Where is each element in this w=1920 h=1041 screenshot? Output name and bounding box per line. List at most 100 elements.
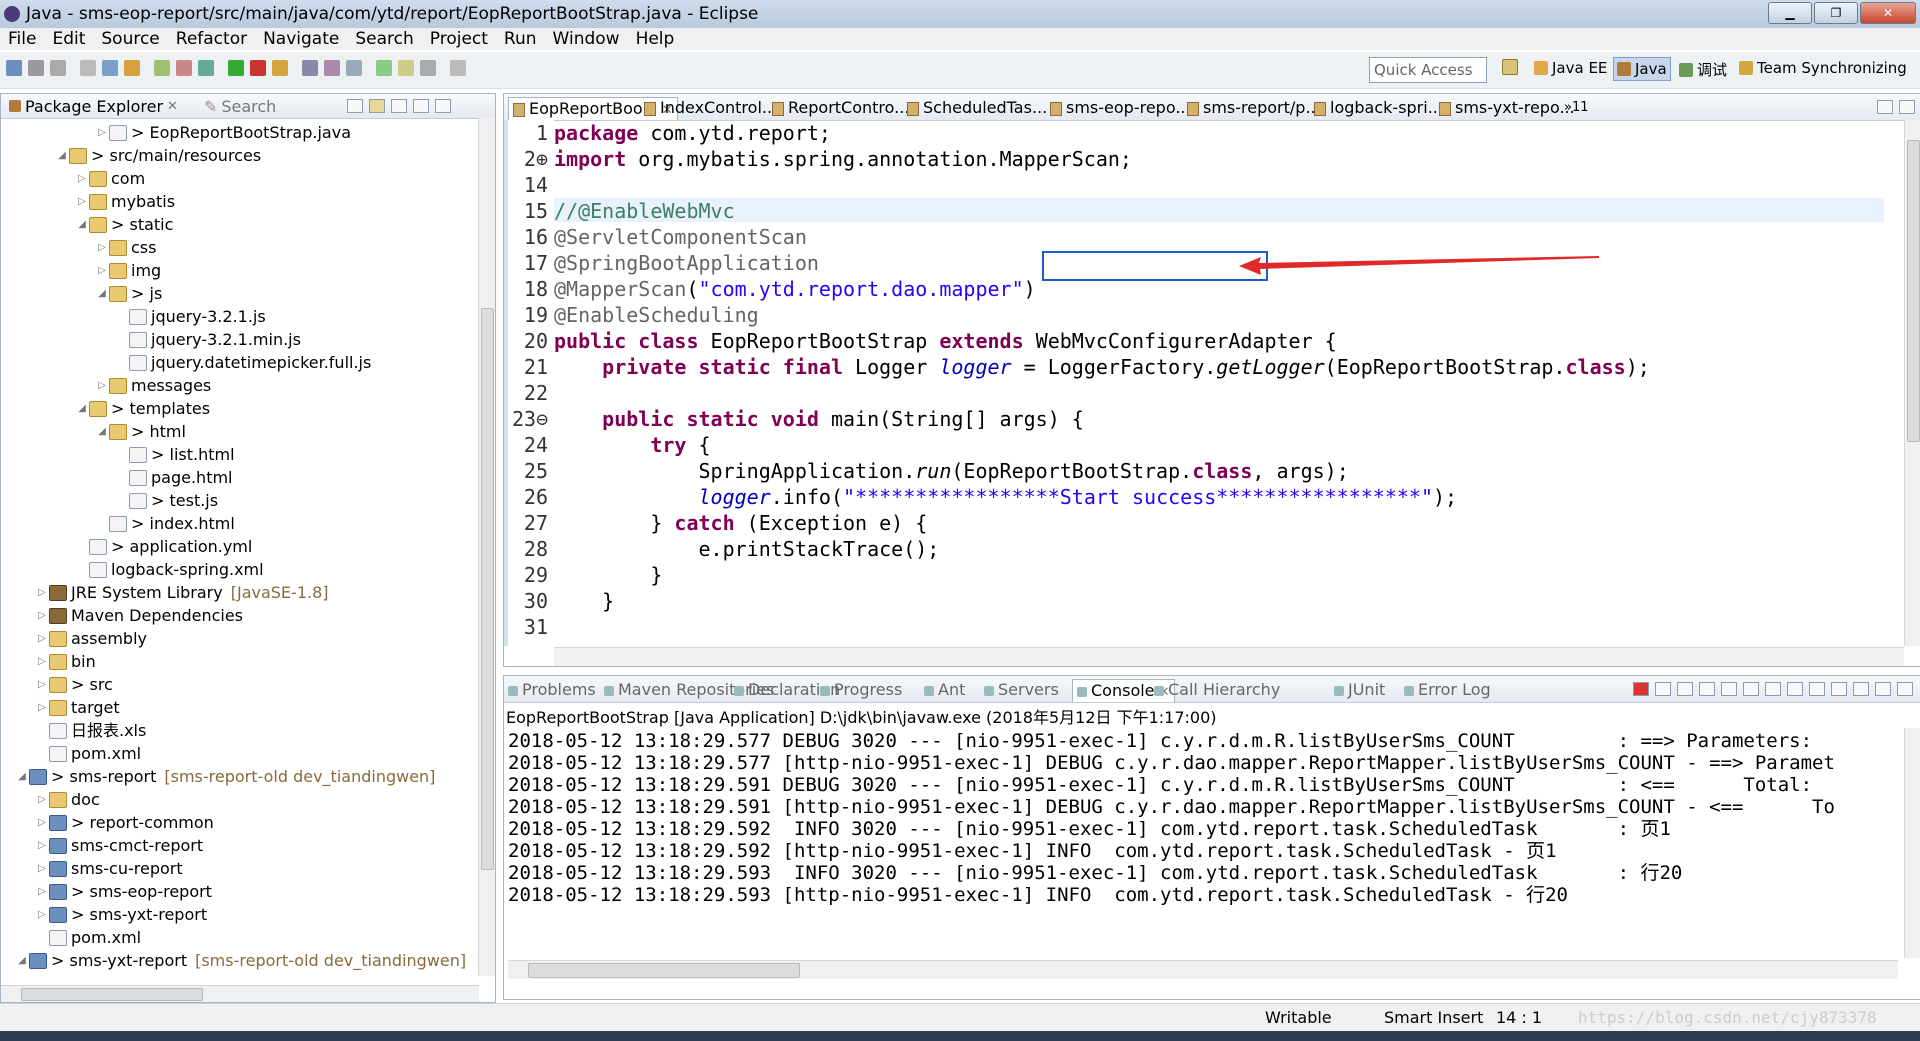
toolbar-button-icon[interactable] (250, 60, 266, 76)
tree-item[interactable]: ▷ assembly (35, 628, 147, 650)
expand-twisty-icon[interactable]: ▷ (35, 904, 49, 926)
toolbar-button-icon[interactable] (28, 60, 44, 76)
perspective-debug[interactable]: 调试 (1679, 59, 1727, 80)
tree-item[interactable]: ◢ > js (95, 283, 162, 305)
tab-overflow-button[interactable]: »11 (1564, 97, 1589, 119)
tree-item[interactable]: ▷ messages (95, 375, 211, 397)
quick-access-input[interactable]: Quick Access (1369, 57, 1487, 83)
expand-twisty-icon[interactable]: ▷ (35, 812, 49, 834)
menu-item-refactor[interactable]: Refactor (168, 29, 255, 49)
tree-item[interactable]: ◢ > sms-yxt-report [sms-report-old dev_tia… (15, 950, 466, 972)
tree-item[interactable]: ▷ sms-cmct-report (35, 835, 203, 857)
tree-item[interactable]: 日报表.xls (35, 720, 146, 742)
tree-item[interactable]: ▷ mybatis (75, 191, 175, 213)
collapse-twisty-icon[interactable]: ◢ (15, 766, 29, 788)
link-editor-icon[interactable] (369, 99, 385, 113)
scroll-thumb[interactable] (1907, 140, 1920, 442)
menu-item-search[interactable]: Search (347, 29, 421, 49)
scroll-thumb[interactable] (481, 308, 494, 870)
explorer-horizontal-scrollbar[interactable] (1, 985, 479, 1002)
toolbar-button-icon[interactable] (346, 60, 362, 76)
tree-item[interactable]: ▷ Maven Dependencies (35, 605, 243, 627)
maximize-view-icon[interactable] (1899, 100, 1915, 114)
tab-package-explorer[interactable]: Package Explorer ✕ (1, 97, 186, 116)
display-console-icon[interactable] (1831, 682, 1847, 696)
tree-item[interactable]: ▷ doc (35, 789, 100, 811)
editor-tab[interactable]: ScheduledTas... (907, 97, 1047, 119)
menu-item-window[interactable]: Window (545, 29, 628, 49)
toolbar-button-icon[interactable] (6, 60, 22, 76)
toolbar-button-icon[interactable] (80, 60, 96, 76)
scroll-thumb[interactable] (528, 963, 800, 978)
toolbar-button-icon[interactable] (228, 60, 244, 76)
remove-all-icon[interactable] (1677, 682, 1693, 696)
tab-ant[interactable]: Ant (924, 679, 965, 701)
expand-twisty-icon[interactable]: ▷ (35, 674, 49, 696)
editor-tab[interactable]: sms-yxt-repo... (1439, 97, 1575, 119)
tree-item[interactable]: ▷ > sms-yxt-report (35, 904, 207, 926)
toolbar-button-icon[interactable] (450, 60, 466, 76)
show-output-icon[interactable] (1765, 682, 1781, 696)
toolbar-button-icon[interactable] (176, 60, 192, 76)
toolbar-button-icon[interactable] (420, 60, 436, 76)
tab-search[interactable]: ✎ Search (196, 97, 284, 116)
open-console-icon[interactable] (1853, 682, 1869, 696)
editor-vertical-scrollbar[interactable] (1904, 120, 1920, 646)
explorer-vertical-scrollbar[interactable] (478, 118, 495, 976)
tab-error-log[interactable]: Error Log (1404, 679, 1491, 701)
editor-tab[interactable]: logback-spri... (1314, 97, 1443, 119)
tab-junit[interactable]: JUnit (1334, 679, 1385, 701)
tree-item[interactable]: ◢ > static (75, 214, 173, 236)
tree-item[interactable]: ▷ css (95, 237, 156, 259)
editor-tab[interactable]: IndexControl... (644, 97, 777, 119)
console-output[interactable]: 2018-05-12 13:18:29.577 DEBUG 3020 --- [… (508, 728, 1898, 938)
tree-item[interactable]: logback-spring.xml (75, 559, 264, 581)
toolbar-button-icon[interactable] (198, 60, 214, 76)
maximize-view-icon[interactable] (1897, 682, 1913, 696)
expand-twisty-icon[interactable]: ▷ (75, 191, 89, 213)
tree-item[interactable]: ▷ bin (35, 651, 96, 673)
tree-item[interactable]: ▷ target (35, 697, 120, 719)
collapse-all-icon[interactable] (347, 99, 363, 113)
tree-item[interactable]: pom.xml (35, 743, 141, 765)
expand-twisty-icon[interactable]: ▷ (35, 605, 49, 627)
minimize-view-icon[interactable] (413, 99, 429, 113)
maximize-button[interactable]: ❐ (1814, 2, 1858, 24)
tab-call-hierarchy[interactable]: Call Hierarchy (1154, 679, 1280, 701)
toolbar-button-icon[interactable] (102, 60, 118, 76)
word-wrap-icon[interactable] (1743, 682, 1759, 696)
expand-twisty-icon[interactable]: ▷ (95, 260, 109, 282)
show-error-icon[interactable] (1787, 682, 1803, 696)
close-icon[interactable]: ✕ (167, 99, 178, 114)
minimize-button[interactable]: ▁ (1768, 2, 1812, 24)
collapse-twisty-icon[interactable]: ◢ (15, 950, 29, 972)
toolbar-button-icon[interactable] (324, 60, 340, 76)
open-perspective-button[interactable] (1502, 59, 1518, 75)
tree-item[interactable]: > index.html (95, 513, 235, 535)
collapse-twisty-icon[interactable]: ◢ (75, 214, 89, 236)
scroll-thumb[interactable] (21, 988, 203, 1001)
menu-item-source[interactable]: Source (93, 29, 167, 49)
editor-tab[interactable]: ReportContro... (772, 97, 909, 119)
menu-item-help[interactable]: Help (628, 29, 683, 49)
tree-item[interactable]: jquery-3.2.1.js (115, 306, 266, 328)
tree-item[interactable]: jquery-3.2.1.min.js (115, 329, 301, 351)
perspective-java-ee[interactable]: Java EE (1534, 59, 1607, 77)
collapse-twisty-icon[interactable]: ◢ (95, 283, 109, 305)
expand-twisty-icon[interactable]: ▷ (95, 237, 109, 259)
tree-item[interactable]: ◢ > html (95, 421, 186, 443)
toolbar-button-icon[interactable] (376, 60, 392, 76)
editor-tab[interactable]: sms-report/p... (1187, 97, 1321, 119)
maximize-view-icon[interactable] (435, 99, 451, 113)
tree-item[interactable]: ▷ > EopReportBootStrap.java (95, 122, 351, 144)
menu-item-edit[interactable]: Edit (44, 29, 93, 49)
expand-twisty-icon[interactable]: ▷ (35, 697, 49, 719)
tab-problems[interactable]: Problems (508, 679, 596, 701)
toolbar-button-icon[interactable] (302, 60, 318, 76)
toolbar-button-icon[interactable] (272, 60, 288, 76)
tree-item[interactable]: ◢ > src/main/resources (55, 145, 261, 167)
tree-item[interactable]: > application.yml (75, 536, 252, 558)
expand-twisty-icon[interactable]: ▷ (75, 168, 89, 190)
menu-item-navigate[interactable]: Navigate (255, 29, 347, 49)
tree-item[interactable]: ▷ sms-cu-report (35, 858, 182, 880)
